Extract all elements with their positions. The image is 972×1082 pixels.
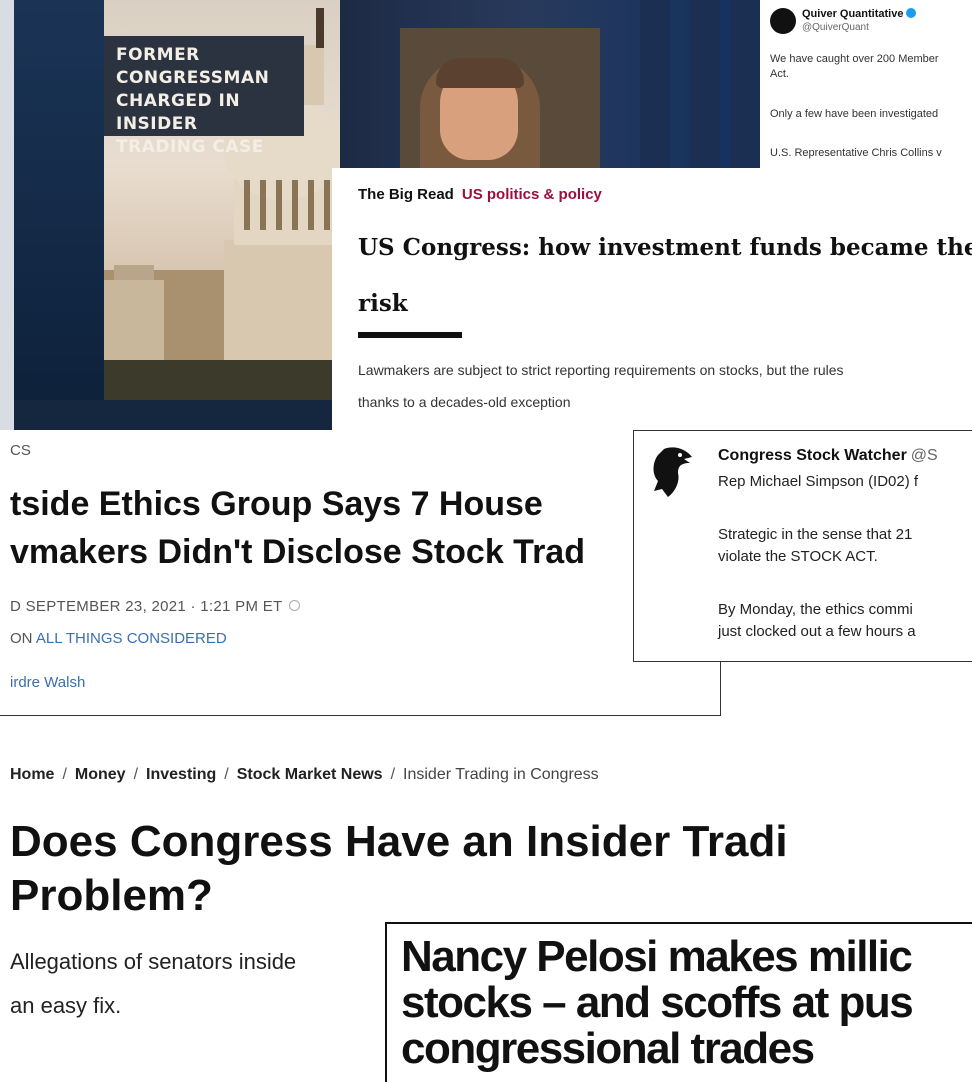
avatar[interactable] — [770, 8, 796, 34]
breadcrumb-home[interactable]: Home — [10, 766, 54, 783]
breadcrumb-separator: / — [133, 766, 139, 783]
headline-line: Nancy Pelosi makes millic — [401, 932, 913, 981]
npr-article-card[interactable]: CS tside Ethics Group Says 7 House vmake… — [0, 430, 721, 716]
article-standfirst: Lawmakers are subject to strict reportin… — [358, 354, 844, 418]
studio-frame — [14, 0, 104, 430]
info-icon[interactable] — [288, 600, 300, 611]
tweet-text: violate the STOCK ACT. — [718, 548, 878, 565]
tweet-author[interactable]: Congress Stock Watcher @S — [718, 447, 938, 465]
article-headline[interactable]: Nancy Pelosi makes millic stocks – and s… — [401, 934, 972, 1072]
tweet-text: Act. — [770, 68, 789, 80]
standfirst-line: thanks to a decades-old exception — [358, 394, 571, 410]
tweet-text: By Monday, the ethics commi — [718, 601, 913, 618]
tweet-text: U.S. Representative Chris Collins v — [770, 147, 942, 159]
tweet-text: We have caught over 200 Member — [770, 53, 939, 65]
tv-news-image: FORMER CONGRESSMAN CHARGED IN INSIDER TR… — [0, 0, 340, 430]
kicker-label: The Big Read — [358, 186, 454, 203]
breadcrumb: Home / Money / Investing / Stock Market News / I… — [10, 766, 599, 784]
article-subtitle: Allegations of senators inside an easy f… — [10, 940, 296, 1028]
eagle-icon[interactable] — [650, 445, 694, 497]
tweet-card-quiver[interactable]: Quiver Quantitative @QuiverQuant We have… — [760, 0, 972, 170]
verified-badge-icon — [906, 8, 917, 18]
title-line: Problem? — [10, 871, 213, 920]
breadcrumb-separator: / — [224, 766, 229, 783]
headline-line: tside Ethics Group Says 7 House — [10, 485, 543, 523]
heard-prefix: ON — [10, 630, 33, 647]
person-hair — [436, 58, 524, 88]
tweet-card-congress-stock-watcher[interactable]: Congress Stock Watcher @S Rep Michael Sim… — [633, 430, 972, 662]
banner-line: FORMER CONGRESSMAN — [116, 45, 270, 88]
tweet-text: Only a few have been investigated — [770, 108, 939, 120]
pelosi-article-card[interactable]: Nancy Pelosi makes millic stocks – and s… — [385, 922, 972, 1082]
screen-panel — [640, 0, 670, 175]
page-title: Does Congress Have an Insider Tradi Prob… — [10, 815, 972, 923]
tweet-author-handle[interactable]: @QuiverQuant — [802, 22, 869, 33]
tweet-text: just clocked out a few hours a — [718, 623, 916, 640]
breadcrumb-stock-market-news[interactable]: Stock Market News — [237, 766, 383, 783]
subtitle-line: an easy fix. — [10, 993, 122, 1018]
breadcrumb-current: Insider Trading in Congress — [403, 766, 599, 783]
breadcrumb-investing[interactable]: Investing — [146, 766, 216, 783]
banner-line: TRADING CASE — [116, 137, 264, 157]
studio-photo — [340, 0, 760, 175]
program-link[interactable]: ALL THINGS CONSIDERED — [36, 630, 227, 647]
left-edge — [0, 0, 14, 430]
breadcrumb-money[interactable]: Money — [75, 766, 126, 783]
article-kicker: The Big Read US politics & policy — [358, 186, 602, 203]
banner-line: CHARGED IN INSIDER — [116, 91, 241, 134]
heard-on: ON ALL THINGS CONSIDERED — [10, 630, 227, 647]
article-headline[interactable]: tside Ethics Group Says 7 House vmakers … — [10, 480, 720, 576]
author-name-text: Congress Stock Watcher — [718, 447, 907, 464]
tweet-author-name[interactable]: Quiver Quantitative — [802, 8, 917, 20]
author-link[interactable]: irdre Walsh — [10, 674, 85, 691]
headline-line: risk — [358, 290, 408, 317]
section-link[interactable]: US politics & policy — [462, 186, 602, 203]
studio-floor — [14, 400, 340, 430]
author-name-text: Quiver Quantitative — [802, 8, 904, 20]
news-banner-text: FORMER CONGRESSMAN CHARGED IN INSIDER TR… — [116, 44, 306, 159]
headline-line: congressional trades — [401, 1024, 815, 1073]
standfirst-line: Lawmakers are subject to strict reportin… — [358, 362, 844, 378]
title-line: Does Congress Have an Insider Tradi — [10, 817, 788, 866]
tweet-text: Strategic in the sense that 21 — [718, 526, 913, 543]
tweet-text: Rep Michael Simpson (ID02) f — [718, 473, 919, 490]
headline-rule — [358, 332, 462, 338]
date-text: D SEPTEMBER 23, 2021 · 1:21 PM ET — [10, 598, 283, 615]
subtitle-line: Allegations of senators inside — [10, 949, 297, 974]
section-label[interactable]: CS — [10, 442, 31, 459]
ft-article-card[interactable]: The Big Read US politics & policy US Cong… — [332, 168, 972, 430]
screen-panel — [690, 0, 720, 175]
breadcrumb-separator: / — [390, 766, 396, 783]
publish-date: D SEPTEMBER 23, 2021 · 1:21 PM ET — [10, 598, 300, 615]
screen-panel — [730, 0, 760, 175]
breadcrumb-separator: / — [62, 766, 67, 783]
headline-line: stocks – and scoffs at pus — [401, 978, 914, 1027]
headline-line: vmakers Didn't Disclose Stock Trad — [10, 533, 585, 571]
headline-line: US Congress: how investment funds became… — [358, 234, 972, 261]
article-headline[interactable]: US Congress: how investment funds became… — [358, 220, 972, 332]
author-handle: @S — [910, 447, 938, 464]
